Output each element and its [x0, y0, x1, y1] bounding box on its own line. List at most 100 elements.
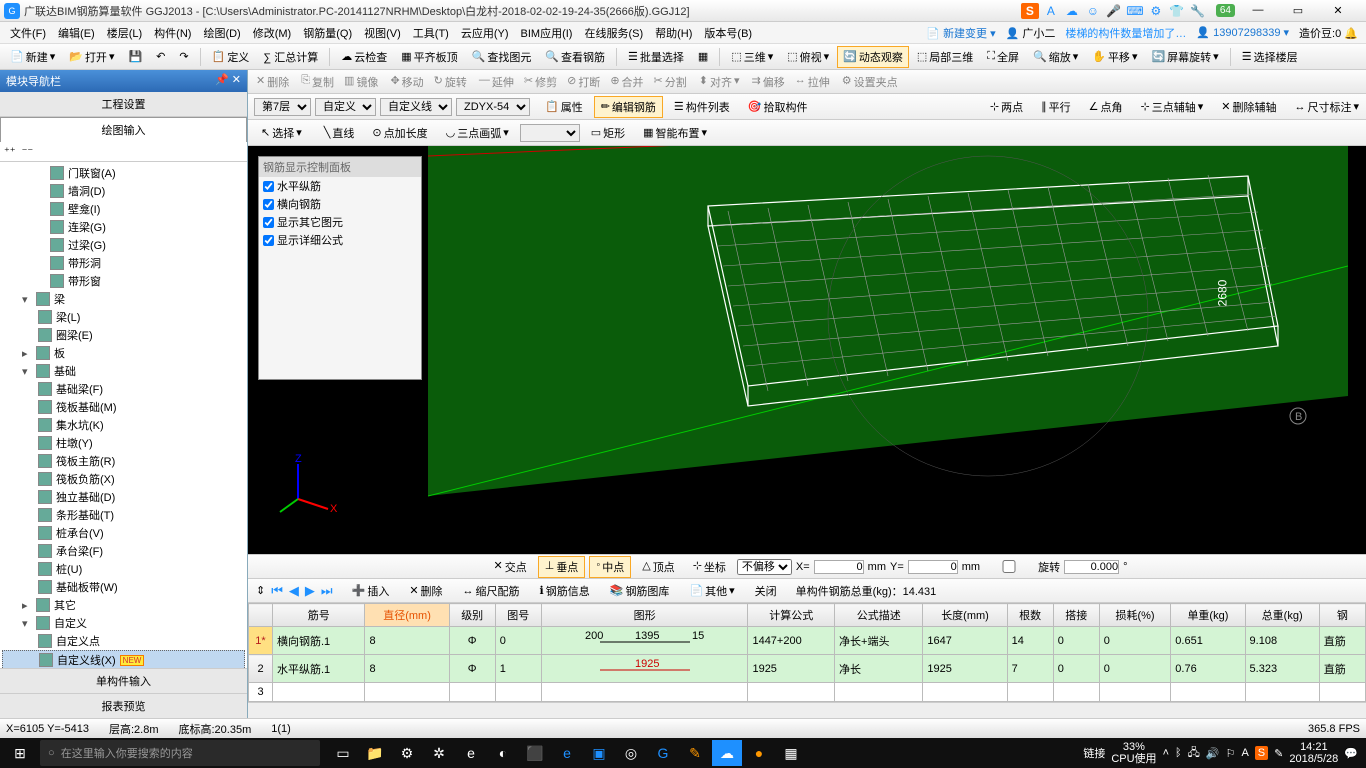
et-break[interactable]: ⊘ 打断: [563, 72, 604, 92]
offset-select[interactable]: 不偏移: [737, 559, 792, 575]
snap-coord[interactable]: ⊹ 坐标: [686, 556, 733, 578]
menu-rebar[interactable]: 钢筋量(Q): [297, 23, 358, 43]
pan-button[interactable]: ✋ 平移 ▾: [1086, 46, 1143, 68]
et-rotate[interactable]: ↻ 旋转: [430, 72, 471, 92]
save-icon[interactable]: 💾: [122, 47, 148, 66]
menu-component[interactable]: 构件(N): [148, 23, 197, 43]
tab-draw-input[interactable]: 绘图输入: [0, 117, 247, 142]
et-extend[interactable]: — 延伸: [475, 72, 518, 92]
redo-icon[interactable]: ↷: [173, 47, 194, 66]
et-mirror[interactable]: ▥ 镜像: [340, 72, 382, 92]
tbl-other[interactable]: 📄 其他 ▾: [682, 580, 741, 602]
tool-icon-smile[interactable]: ☺: [1084, 3, 1102, 19]
empty-select[interactable]: [520, 124, 580, 142]
select-mode-button[interactable]: ↖ 选择 ▾: [254, 122, 309, 144]
line-button[interactable]: ╲ 直线: [317, 122, 362, 144]
tree-item[interactable]: 基础梁(F): [2, 380, 245, 398]
local-3d-button[interactable]: ⬚ 局部三维: [911, 46, 979, 68]
tray-ime-icon[interactable]: A: [1241, 747, 1248, 759]
dynamic-view-button[interactable]: 🔄 动态观察: [837, 46, 909, 68]
3d-viewport[interactable]: 钢筋显示控制面板 水平纵筋 横向钢筋 显示其它图元 显示详细公式: [248, 146, 1366, 554]
tree-item[interactable]: 过梁(G): [2, 236, 245, 254]
add-length-button[interactable]: ⊙ 点加长度: [365, 122, 434, 144]
menu-tool[interactable]: 工具(T): [407, 23, 455, 43]
tbl-insert[interactable]: ➕ 插入: [345, 580, 397, 602]
rebar-table[interactable]: 筋号直径(mm)级别图号图形计算公式公式描述长度(mm)根数搭接损耗(%)单重(…: [248, 602, 1366, 702]
tray-clock[interactable]: 14:212018/5/28: [1289, 741, 1338, 765]
user-small[interactable]: 👤 广小二: [1006, 25, 1056, 41]
close-button[interactable]: ✕: [1318, 4, 1358, 17]
app-icon-11[interactable]: ▦: [776, 740, 806, 766]
app-icon-1[interactable]: ⚙: [392, 740, 422, 766]
tab-project-setting[interactable]: 工程设置: [0, 92, 247, 117]
chk-vert[interactable]: [263, 199, 274, 210]
report-preview-button[interactable]: 报表预览: [0, 693, 247, 718]
fullscreen-button[interactable]: ⛶ 全屏: [981, 46, 1025, 68]
app-icon-9[interactable]: ☁: [712, 740, 742, 766]
tray-sogou-icon[interactable]: S: [1255, 746, 1268, 760]
angle-input[interactable]: [1064, 560, 1119, 574]
tree-item[interactable]: 自定义线(X)NEW: [2, 650, 245, 668]
horizontal-scrollbar[interactable]: [248, 702, 1366, 718]
define-button[interactable]: 📋 定义: [206, 46, 256, 68]
tree-item[interactable]: ▾自定义: [2, 614, 245, 632]
tree-item[interactable]: 壁龛(I): [2, 200, 245, 218]
menu-cloud[interactable]: 云应用(Y): [455, 23, 515, 43]
code-select[interactable]: ZDYX-54: [456, 98, 530, 116]
tree-item[interactable]: 梁(L): [2, 308, 245, 326]
tree-item[interactable]: 独立基础(D): [2, 488, 245, 506]
menu-version[interactable]: 版本号(B): [698, 23, 758, 43]
tree-item[interactable]: 承台梁(F): [2, 542, 245, 560]
tbl-delete[interactable]: ✕ 删除: [402, 580, 449, 602]
tray-vol-icon[interactable]: 🔊: [1206, 747, 1220, 760]
tool-icon-key[interactable]: ⌨: [1126, 3, 1144, 19]
batch-button[interactable]: ☰ 批量选择: [622, 46, 690, 68]
notice-link[interactable]: 楼梯的构件数量增加了…: [1065, 25, 1186, 41]
nav-prev[interactable]: ◀: [289, 583, 299, 599]
app-icon-10[interactable]: ●: [744, 740, 774, 766]
collapse-icon[interactable]: ⁻⁻: [22, 145, 34, 158]
floor-select[interactable]: 第7层: [254, 98, 311, 116]
tree-item[interactable]: 筏板基础(M): [2, 398, 245, 416]
tray-net-icon[interactable]: 🖧: [1188, 744, 1200, 763]
tool-icon-gear[interactable]: ⚙: [1147, 3, 1165, 19]
tree-item[interactable]: 带形洞: [2, 254, 245, 272]
et-offset[interactable]: ⇉ 偏移: [748, 72, 789, 92]
tree-item[interactable]: 带形窗: [2, 272, 245, 290]
tbl-info[interactable]: ℹ 钢筋信息: [533, 580, 597, 602]
find-button[interactable]: 🔍 查找图元: [466, 46, 538, 68]
app-icon-2[interactable]: ✲: [424, 740, 454, 766]
et-stretch[interactable]: ↔ 拉伸: [791, 72, 834, 92]
tree-item[interactable]: 桩(U): [2, 560, 245, 578]
new-change-button[interactable]: 📄 新建变更 ▾: [926, 25, 995, 41]
tray-notif-icon[interactable]: 💬: [1344, 747, 1358, 760]
edit-rebar-button[interactable]: ✏ 编辑钢筋: [594, 96, 663, 118]
dim-button[interactable]: ↔ 尺寸标注 ▾: [1287, 96, 1366, 118]
floor-select-button[interactable]: ☰ 选择楼层: [1236, 46, 1304, 68]
menu-view[interactable]: 视图(V): [358, 23, 407, 43]
chk-other[interactable]: [263, 217, 274, 228]
cloud-check-button[interactable]: ☁ 云检查: [335, 46, 393, 68]
expand-icon[interactable]: ⁺⁺: [4, 145, 16, 158]
app-icon-6[interactable]: ◎: [616, 740, 646, 766]
tool-icon-a[interactable]: A: [1042, 3, 1060, 19]
menu-bim[interactable]: BIM应用(I): [515, 23, 579, 43]
minimize-button[interactable]: —: [1238, 4, 1278, 17]
flat-button[interactable]: ▦ 平齐板顶: [395, 46, 463, 68]
top-view-button[interactable]: ⬚ 俯视 ▾: [781, 46, 835, 68]
et-grip[interactable]: ⚙ 设置夹点: [838, 72, 902, 92]
undo-icon[interactable]: ↶: [150, 47, 171, 66]
arc-button[interactable]: ◡ 三点画弧 ▾: [439, 122, 516, 144]
snap-mid[interactable]: ◦ 中点: [589, 556, 631, 578]
tool-icon-shirt[interactable]: 👕: [1168, 3, 1186, 19]
nav-next[interactable]: ▶: [305, 583, 315, 599]
three-axis-button[interactable]: ⊹ 三点辅轴 ▾: [1134, 96, 1211, 118]
comp-list-button[interactable]: ☰ 构件列表: [667, 96, 737, 118]
tree-item[interactable]: 连梁(G): [2, 218, 245, 236]
rect-button[interactable]: ▭ 矩形: [584, 122, 632, 144]
tbl-close[interactable]: 关闭: [748, 580, 784, 602]
tray-touch-icon[interactable]: ✎: [1274, 747, 1283, 760]
nav-last[interactable]: ⏭: [321, 583, 333, 599]
menu-edit[interactable]: 编辑(E): [52, 23, 101, 43]
app-icon-5[interactable]: ▣: [584, 740, 614, 766]
